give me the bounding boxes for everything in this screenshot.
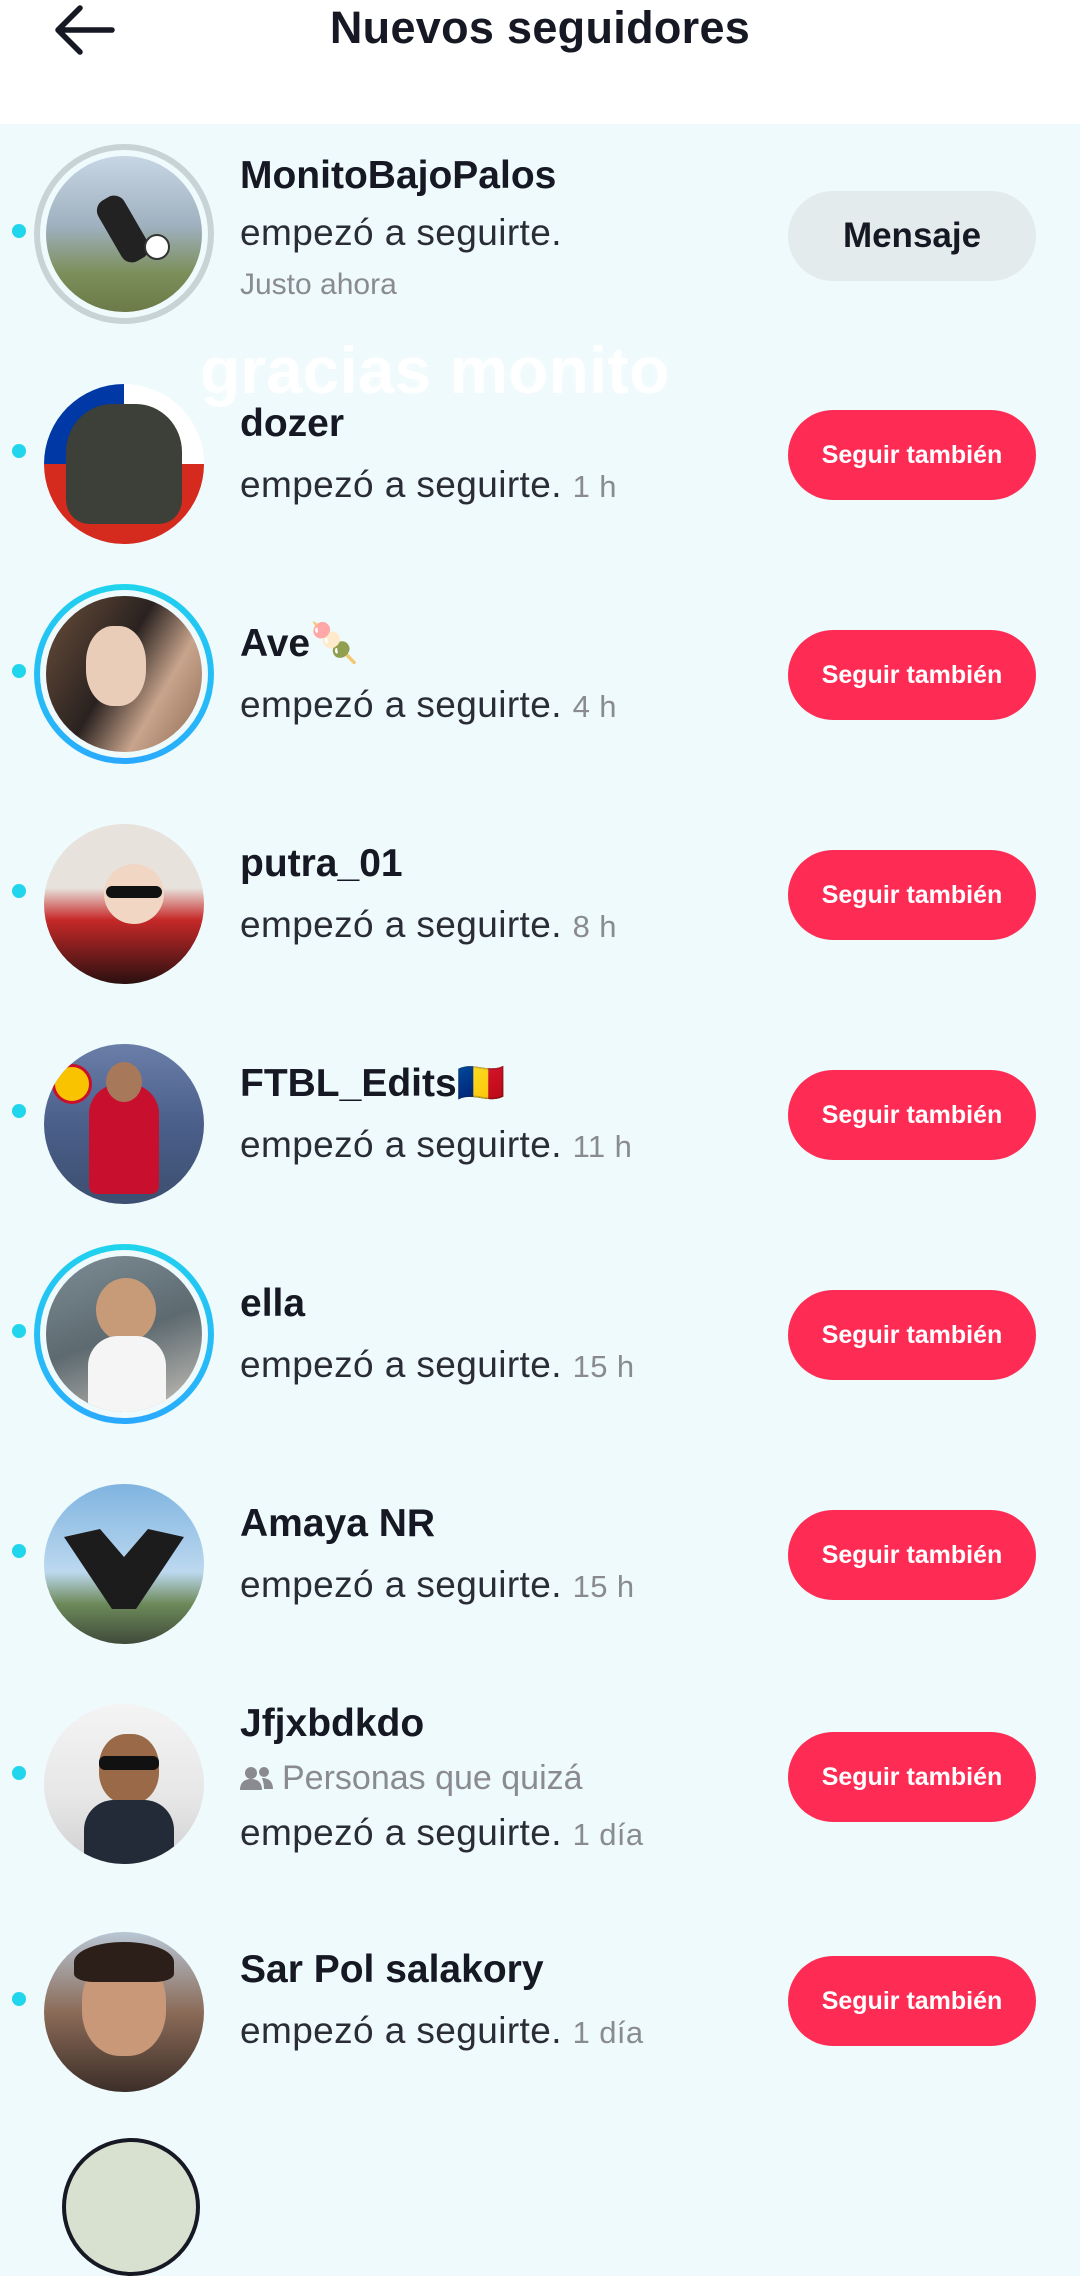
follower-action: empezó a seguirte. bbox=[240, 684, 562, 725]
follower-text: putra_01 empezó a seguirte. 8 h bbox=[240, 840, 617, 952]
header: Nuevos seguidores bbox=[0, 0, 1080, 124]
follow-back-button[interactable]: Seguir también bbox=[788, 1290, 1036, 1380]
follower-text: ella empezó a seguirte. 15 h bbox=[240, 1280, 635, 1392]
follower-time: 15 h bbox=[572, 1349, 635, 1384]
follower-name[interactable]: Sar Pol salakory bbox=[240, 1946, 644, 1994]
list-item[interactable]: Amaya NR empezó a seguirte. 15 h Seguir … bbox=[0, 1444, 1080, 1664]
unread-dot bbox=[12, 1104, 26, 1118]
follower-time: 1 día bbox=[572, 2015, 644, 2050]
avatar[interactable] bbox=[34, 814, 214, 994]
follower-action: empezó a seguirte. bbox=[240, 1124, 562, 1165]
unread-dot bbox=[12, 1544, 26, 1558]
follower-text: FTBL_Edits🇷🇴 empezó a seguirte. 11 h bbox=[240, 1060, 632, 1172]
follower-text: MonitoBajoPalos empezó a seguirte. Justo… bbox=[240, 152, 562, 306]
avatar[interactable] bbox=[34, 374, 214, 554]
follow-back-button[interactable]: Seguir también bbox=[788, 1732, 1036, 1822]
follower-action: empezó a seguirte. bbox=[240, 1344, 562, 1385]
follower-time: 15 h bbox=[572, 1569, 635, 1604]
follower-text: dozer empezó a seguirte. 1 h bbox=[240, 400, 617, 512]
follow-back-button[interactable]: Seguir también bbox=[788, 410, 1036, 500]
follower-time: 11 h bbox=[572, 1129, 633, 1164]
unread-dot bbox=[12, 444, 26, 458]
unread-dot bbox=[12, 1992, 26, 2006]
unread-dot bbox=[12, 1766, 26, 1780]
list-item[interactable]: Sar Pol salakory empezó a seguirte. 1 dí… bbox=[0, 1884, 1080, 2104]
follower-action: empezó a seguirte. bbox=[240, 212, 562, 253]
follower-action: empezó a seguirte. bbox=[240, 2010, 562, 2051]
follower-text: Amaya NR empezó a seguirte. 15 h bbox=[240, 1500, 635, 1612]
follow-back-button[interactable]: Seguir también bbox=[788, 1956, 1036, 2046]
follower-time: 1 día bbox=[572, 1817, 644, 1852]
follow-back-button[interactable]: Seguir también bbox=[788, 1070, 1036, 1160]
avatar[interactable] bbox=[34, 584, 214, 764]
suggestion-tag: Personas que quizá bbox=[282, 1759, 583, 1797]
follower-time: 8 h bbox=[572, 909, 617, 944]
avatar[interactable] bbox=[34, 1694, 214, 1874]
follower-action: empezó a seguirte. bbox=[240, 464, 562, 505]
list-item[interactable]: MonitoBajoPalos empezó a seguirte. Justo… bbox=[0, 124, 1080, 344]
list-item[interactable]: FTBL_Edits🇷🇴 empezó a seguirte. 11 h Seg… bbox=[0, 1004, 1080, 1224]
unread-dot bbox=[12, 884, 26, 898]
people-icon bbox=[240, 1767, 273, 1790]
avatar[interactable] bbox=[62, 2138, 200, 2276]
follower-time: 4 h bbox=[572, 689, 617, 724]
follow-back-button[interactable]: Seguir también bbox=[788, 630, 1036, 720]
follower-text: Sar Pol salakory empezó a seguirte. 1 dí… bbox=[240, 1946, 644, 2058]
avatar[interactable] bbox=[34, 1034, 214, 1214]
list-item[interactable]: Ave🍡 empezó a seguirte. 4 h Seguir tambi… bbox=[0, 564, 1080, 784]
list-item[interactable]: ella empezó a seguirte. 15 h Seguir tamb… bbox=[0, 1224, 1080, 1444]
avatar[interactable] bbox=[34, 1474, 214, 1654]
follower-action: empezó a seguirte. bbox=[240, 1564, 562, 1605]
avatar[interactable] bbox=[34, 1244, 214, 1424]
follower-name[interactable]: ella bbox=[240, 1280, 635, 1328]
avatar[interactable] bbox=[34, 144, 214, 324]
unread-dot bbox=[12, 224, 26, 238]
page-title: Nuevos seguidores bbox=[329, 2, 751, 53]
follower-text: Ave🍡 empezó a seguirte. 4 h bbox=[240, 620, 617, 732]
overlay-caption: gracias monito bbox=[200, 333, 670, 407]
follower-text: Jfjxbdkdo Personas que quizá empezó a se… bbox=[240, 1700, 644, 1860]
follower-name[interactable]: Amaya NR bbox=[240, 1500, 635, 1548]
message-button[interactable]: Mensaje bbox=[788, 191, 1036, 281]
follower-action: empezó a seguirte. bbox=[240, 1812, 562, 1853]
avatar[interactable] bbox=[34, 1922, 214, 2102]
follower-name[interactable]: MonitoBajoPalos bbox=[240, 152, 562, 200]
follower-name[interactable]: putra_01 bbox=[240, 840, 617, 888]
unread-dot bbox=[12, 664, 26, 678]
follow-back-button[interactable]: Seguir también bbox=[788, 850, 1036, 940]
follower-action: empezó a seguirte. bbox=[240, 904, 562, 945]
follower-time: 1 h bbox=[572, 469, 617, 504]
follower-name[interactable]: FTBL_Edits🇷🇴 bbox=[240, 1060, 632, 1108]
list-item[interactable]: putra_01 empezó a seguirte. 8 h Seguir t… bbox=[0, 784, 1080, 1004]
unread-dot bbox=[12, 1324, 26, 1338]
follower-name[interactable]: Ave🍡 bbox=[240, 620, 617, 668]
follow-back-button[interactable]: Seguir también bbox=[788, 1510, 1036, 1600]
follower-name[interactable]: Jfjxbdkdo bbox=[240, 1700, 644, 1748]
follower-time: Justo ahora bbox=[240, 268, 397, 301]
list-item[interactable]: Jfjxbdkdo Personas que quizá empezó a se… bbox=[0, 1664, 1080, 1884]
